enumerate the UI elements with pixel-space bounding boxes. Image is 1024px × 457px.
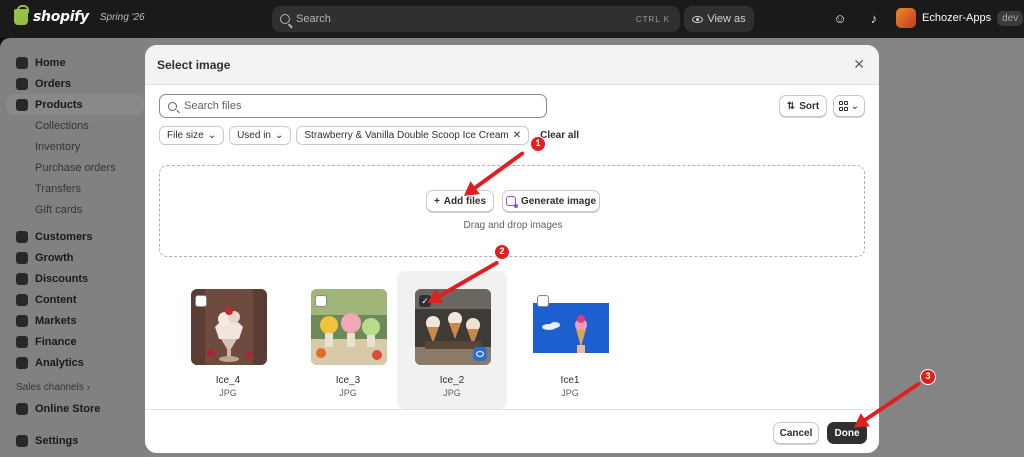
file-name: Ice_4	[215, 375, 241, 386]
dropzone-hint: Drag and drop images	[463, 220, 563, 231]
search-icon	[168, 101, 177, 111]
file-type: JPG	[561, 388, 579, 398]
file-grid: Ice_4 JPG Ice_3 JPG ✓ Ice_2 JPG Ice1 JPG	[159, 271, 865, 411]
step-badge-3: 3	[920, 369, 936, 385]
file-name: Ice_2	[439, 375, 465, 386]
filter-bar: File size ⌄ Used in ⌄ Strawberry & Vanilla…	[159, 126, 579, 145]
top-bar: shopify Spring '26 Search CTRL K View as…	[0, 0, 1024, 38]
sort-button[interactable]: ⇅ Sort	[779, 95, 827, 117]
eye-icon	[692, 15, 704, 23]
search-files-input[interactable]: Search files	[159, 94, 547, 118]
select-image-modal: Select image ✕ Search files ⇅ Sort ⌄ Fil…	[145, 45, 879, 453]
file-type: JPG	[339, 388, 357, 398]
magic-image-icon	[505, 196, 518, 208]
file-checkbox[interactable]	[315, 295, 327, 307]
product-filter-tag[interactable]: Strawberry & Vanilla Double Scoop Ice Cr…	[296, 126, 530, 145]
file-checkbox[interactable]	[537, 295, 549, 307]
modal-footer: Cancel Done	[145, 409, 879, 453]
plus-icon: +	[433, 195, 440, 207]
generate-image-button[interactable]: Generate image	[502, 190, 600, 212]
file-tile[interactable]: Ice1 JPG	[515, 271, 625, 409]
filter-label: File size	[167, 130, 204, 141]
close-icon[interactable]: ✕	[853, 56, 865, 73]
step-badge-2: 2	[494, 244, 510, 260]
file-dropzone[interactable]: + Add files Generate image Drag and drop…	[159, 165, 865, 257]
store-badge: dev	[997, 10, 1024, 26]
edition-label: Spring '26	[99, 11, 145, 23]
global-search-placeholder: Search	[296, 13, 331, 25]
view-as-button[interactable]: View as	[684, 6, 754, 32]
filter-label: Used in	[237, 130, 271, 141]
bell-icon[interactable]: ♪	[866, 11, 882, 27]
chevron-down-icon: ⌄	[207, 130, 217, 141]
file-size-filter[interactable]: File size ⌄	[159, 126, 225, 145]
shopify-bag-icon	[14, 5, 29, 25]
store-name: Echozer-Apps	[922, 12, 992, 24]
grid-icon	[838, 101, 849, 111]
modal-title: Select image	[157, 58, 231, 72]
search-shortcut: CTRL K	[635, 14, 670, 24]
sort-icon: ⇅	[786, 100, 796, 112]
shopify-logo[interactable]: shopify Spring '26	[14, 5, 145, 25]
remove-filter-icon[interactable]: ✕	[513, 130, 521, 141]
cancel-button[interactable]: Cancel	[773, 422, 819, 444]
file-type: JPG	[219, 388, 237, 398]
file-tile[interactable]: Ice_4 JPG	[173, 271, 283, 409]
store-menu[interactable]: Echozer-Apps dev	[896, 8, 1024, 28]
file-type: JPG	[443, 388, 461, 398]
generate-image-label: Generate image	[520, 195, 597, 207]
file-checkbox[interactable]	[195, 295, 207, 307]
preview-eye-icon[interactable]	[473, 347, 487, 361]
global-search[interactable]: Search CTRL K	[272, 6, 680, 32]
add-files-button[interactable]: + Add files	[426, 190, 494, 212]
sidekick-icon[interactable]: ☺	[832, 11, 848, 27]
filter-label: Strawberry & Vanilla Double Scoop Ice Cr…	[304, 130, 509, 141]
chevron-down-icon: ⌄	[850, 100, 860, 112]
file-tile[interactable]: Ice_3 JPG	[293, 271, 403, 409]
file-name: Ice_3	[335, 375, 361, 386]
search-icon	[280, 14, 290, 24]
file-tile-selected[interactable]: ✓ Ice_2 JPG	[397, 271, 507, 409]
view-toggle-button[interactable]: ⌄	[833, 95, 865, 117]
modal-header: Select image ✕	[145, 45, 879, 85]
search-files-placeholder: Search files	[184, 100, 242, 112]
sort-label: Sort	[799, 100, 820, 112]
used-in-filter[interactable]: Used in ⌄	[229, 126, 292, 145]
chevron-down-icon: ⌄	[274, 130, 284, 141]
file-name: Ice1	[560, 375, 580, 386]
view-as-label: View as	[707, 13, 746, 25]
store-avatar	[896, 8, 916, 28]
brand-name: shopify	[33, 9, 89, 25]
step-badge-1: 1	[530, 136, 546, 152]
clear-all-link[interactable]: Clear all	[540, 130, 579, 141]
